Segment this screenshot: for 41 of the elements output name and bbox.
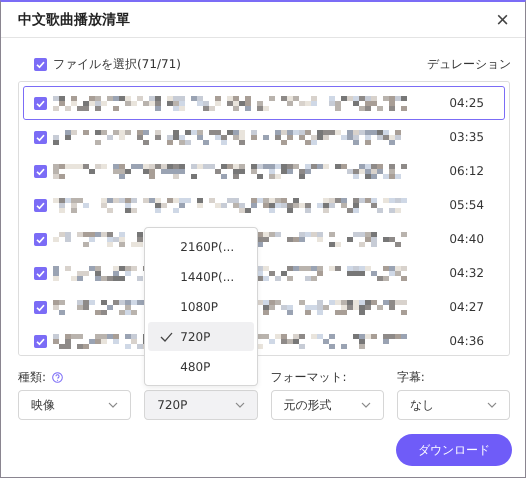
option-label: 種類: [18, 368, 46, 386]
duration-text: 04:27 [449, 300, 484, 314]
checkbox[interactable] [34, 164, 47, 178]
duration-text: 04:36 [449, 334, 484, 348]
chevron-down-icon [487, 402, 497, 408]
menu-item[interactable]: 720P [148, 322, 254, 351]
download-button[interactable]: ダウンロード [396, 434, 512, 466]
duration-text: 03:35 [449, 130, 484, 144]
checkmark-icon [160, 332, 174, 342]
close-button[interactable]: × [496, 8, 509, 30]
option-label: 字幕: [396, 368, 425, 386]
checkbox[interactable] [34, 198, 47, 212]
chevron-down-icon [108, 402, 118, 408]
duration-text: 04:32 [449, 266, 484, 280]
chevron-down-icon [360, 402, 371, 408]
dropdown[interactable]: 720P [144, 390, 258, 420]
dropdown[interactable]: 映像 [18, 390, 132, 420]
checkbox[interactable] [34, 96, 47, 110]
checkbox[interactable] [34, 300, 47, 314]
checkbox[interactable] [34, 266, 47, 280]
chevron-down-icon [234, 402, 244, 408]
duration-text: 06:12 [449, 164, 484, 178]
checkbox[interactable] [34, 334, 47, 348]
dropdown[interactable]: 元の形式 [270, 390, 384, 420]
checkbox[interactable] [34, 130, 47, 144]
window-title: 中文歌曲播放清單 [18, 10, 130, 28]
menu-item[interactable]: 1440P(... [148, 262, 254, 291]
option-label: フォーマット: [270, 368, 347, 386]
checkbox[interactable] [34, 232, 47, 246]
duration-text: 04:25 [449, 96, 484, 110]
duration-text: 04:40 [449, 232, 484, 246]
duration-text: 05:54 [449, 198, 484, 212]
menu-item[interactable]: 2160P(... [148, 232, 254, 261]
highlighted-row[interactable]: 04:25 [23, 86, 505, 120]
column-heading: デュレーション [427, 56, 511, 72]
checkbox[interactable] [34, 58, 47, 70]
menu-item[interactable]: 1080P [148, 292, 254, 321]
menu-item[interactable]: 480P [148, 352, 254, 381]
select-all-label: ファイルを選択(71/71) [53, 56, 181, 72]
dropdown[interactable]: なし [396, 390, 510, 420]
help-icon[interactable] [52, 372, 64, 382]
